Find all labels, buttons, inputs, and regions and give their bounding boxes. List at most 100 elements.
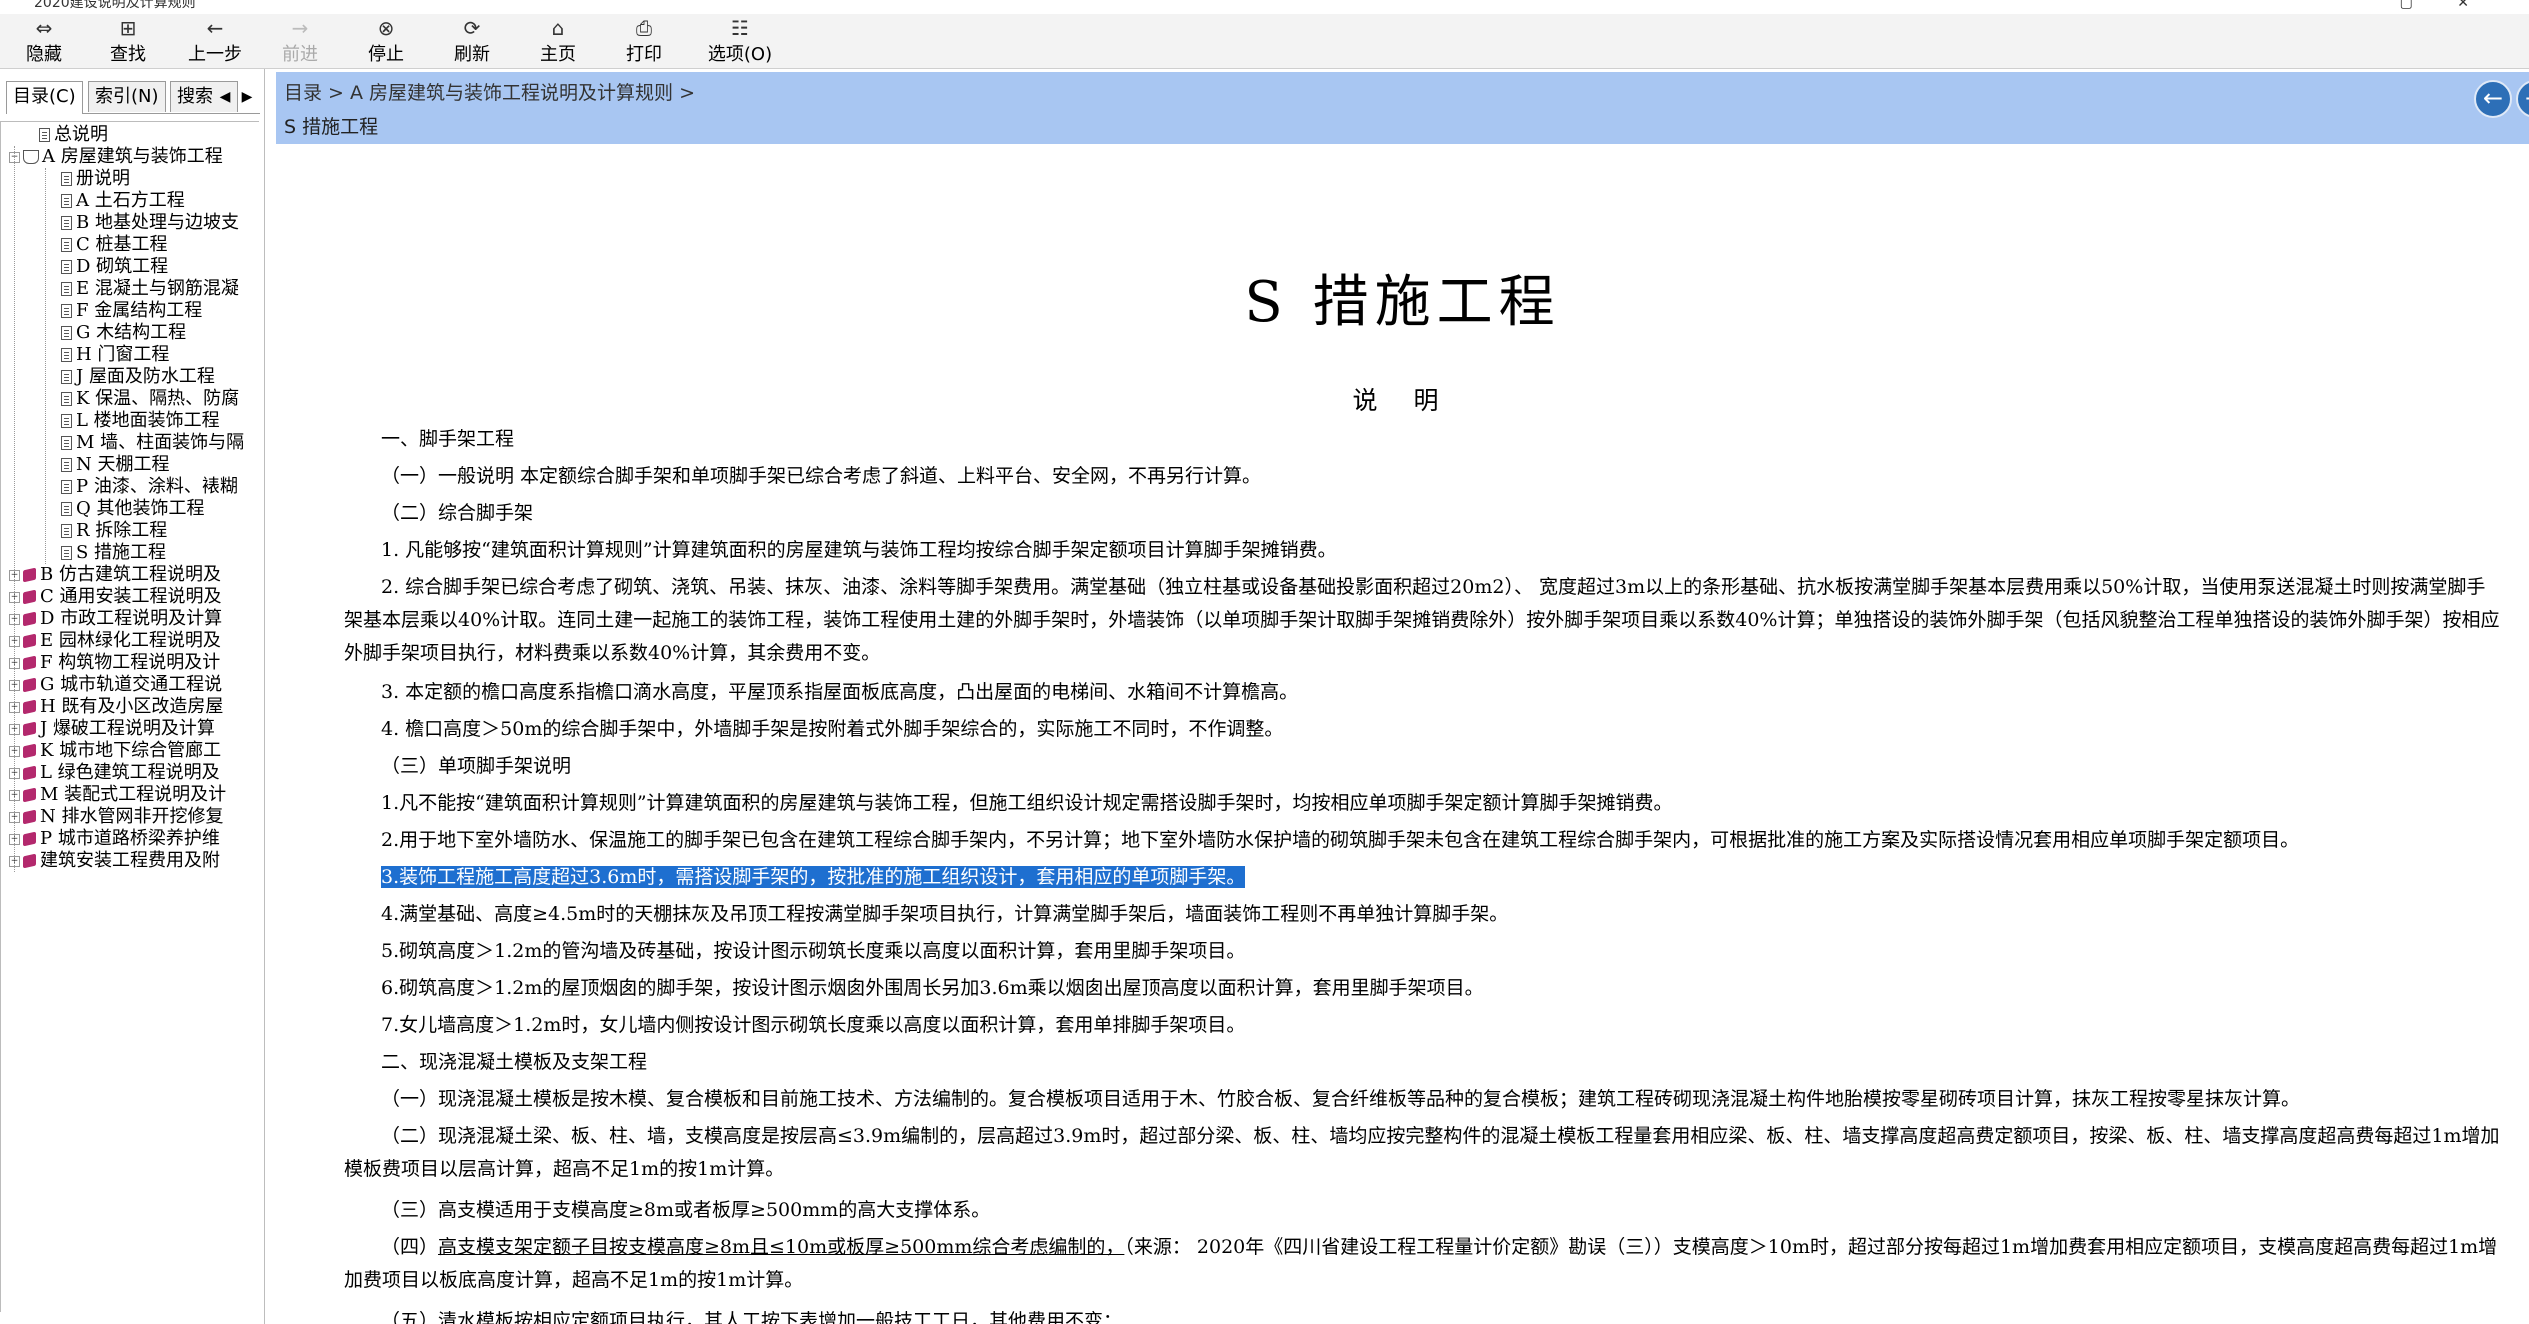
tree-item[interactable]: 册说明 (61, 168, 130, 190)
page-icon (61, 436, 72, 450)
tree-item[interactable]: + F 构筑物工程说明及计 (9, 652, 220, 674)
tree-item[interactable]: N 天棚工程 (61, 454, 169, 476)
paragraph: 4. 檐口高度＞50m的综合脚手架中，外墙脚手架是按附着式外脚手架综合的，实际施… (381, 718, 1284, 740)
page-icon (61, 392, 72, 406)
print-button[interactable]: ⎙ 打印 (604, 16, 684, 66)
tree-item-label: H 门窗工程 (76, 344, 170, 365)
paragraph: 7.女儿墙高度＞1.2m时，女儿墙内侧按设计图示砌筑长度乘以高度以面积计算，套用… (381, 1014, 1246, 1036)
options-button[interactable]: ☷ 选项(O) (690, 16, 790, 66)
tree-item-label: F 构筑物工程说明及计 (40, 652, 221, 673)
tree-item[interactable]: + L 绿色建筑工程说明及 (9, 762, 220, 784)
tree-item[interactable]: + 建筑安装工程费用及附 (9, 850, 220, 872)
paragraph: 2.用于地下室外墙防水、保温施工的脚手架已包含在建筑工程综合脚手架内，不另计算；… (381, 829, 2300, 851)
tree-item[interactable]: K 保温、隔热、防腐 (61, 388, 239, 410)
page-icon (61, 238, 72, 252)
hide-button[interactable]: ⇔ 隐藏 (4, 16, 84, 66)
tree-item[interactable]: J 屋面及防水工程 (61, 366, 215, 388)
tree-item-label: K 保温、隔热、防腐 (76, 388, 240, 409)
tree-item[interactable]: A 土石方工程 (61, 190, 185, 212)
tree-item-label: 总说明 (54, 124, 108, 145)
home-button[interactable]: ⌂ 主页 (518, 16, 598, 66)
tree-item-label: Q 其他装饰工程 (76, 498, 205, 519)
tree-item[interactable]: + M 装配式工程说明及计 (9, 784, 226, 806)
tree-item[interactable]: M 墙、柱面装饰与隔 (61, 432, 244, 454)
text-selection[interactable]: 3.装饰工程施工高度超过3.6m时，需搭设脚手架的，按批准的施工组织设计，套用相… (381, 866, 1246, 888)
tree-item[interactable]: + H 既有及小区改造房屋 (9, 696, 223, 718)
tree-item[interactable]: + P 城市道路桥梁养护维 (9, 828, 220, 850)
page-icon (61, 502, 72, 516)
paragraph: （四）高支模支架定额子目按支模高度≥8m且≤10m或板厚≥500mm综合考虑编制… (344, 1231, 2502, 1297)
tree-item[interactable]: + E 园林绿化工程说明及 (9, 630, 221, 652)
toolbar: ⇔ 隐藏 ⊞ 查找 ← 上一步 → 前进 ⊗ 停止 ⟳ 刷新 ⌂ 主页 ⎙ 打印 (0, 14, 2529, 69)
book-icon (23, 809, 36, 825)
tab-contents[interactable]: 目录(C) (6, 81, 83, 114)
printer-icon: ⎙ (636, 16, 652, 40)
tree-item-label: H 既有及小区改造房屋 (40, 696, 224, 717)
page-forward-icon[interactable]: → (2516, 80, 2529, 118)
tree-item[interactable]: + N 排水管网非开挖修复 (9, 806, 223, 828)
tree-item[interactable]: R 拆除工程 (61, 520, 167, 542)
page-icon (61, 304, 72, 318)
page-icon (61, 216, 72, 230)
tree-item[interactable]: 总说明 (39, 124, 108, 146)
forward-button[interactable]: → 前进 (260, 16, 340, 66)
page-icon (61, 348, 72, 362)
hide-icon: ⇔ (35, 16, 53, 40)
page-subtitle: 说 明 (1352, 386, 1453, 415)
tab-index[interactable]: 索引(N) (88, 81, 166, 112)
page-icon (61, 524, 72, 538)
tree-item-label: A 房屋建筑与装饰工程 (42, 146, 223, 167)
page-title: S 措施工程 (1244, 270, 1561, 335)
tree-item[interactable]: + B 仿古建筑工程说明及 (9, 564, 221, 586)
tree-item[interactable]: P 油漆、涂料、裱糊 (61, 476, 238, 498)
tab-scroll-left-icon[interactable]: ◀ (218, 87, 232, 107)
tree-item-label: R 拆除工程 (76, 520, 168, 541)
tree-item[interactable]: F 金属结构工程 (61, 300, 202, 322)
tree-item[interactable]: C 桩基工程 (61, 234, 168, 256)
tree-item[interactable]: H 门窗工程 (61, 344, 169, 366)
tab-scroll-right-icon[interactable]: ▶ (240, 87, 254, 107)
tree-item[interactable]: Q 其他装饰工程 (61, 498, 204, 520)
tree-item[interactable]: B 地基处理与边坡支 (61, 212, 239, 234)
tree-item[interactable]: L 楼地面装饰工程 (61, 410, 220, 432)
tree-item[interactable]: + G 城市轨道交通工程说 (9, 674, 222, 696)
tree-item[interactable]: D 砌筑工程 (61, 256, 168, 278)
breadcrumb[interactable]: 目录 > A 房屋建筑与装饰工程说明及计算规则 > (284, 78, 695, 105)
tree-item[interactable]: − A 房屋建筑与装饰工程 (9, 146, 223, 168)
tree-item[interactable]: G 木结构工程 (61, 322, 186, 344)
page-back-icon[interactable]: ← (2474, 80, 2512, 118)
underlined-text: 高支模支架定额子目按支模高度≥8m且≤10m或板厚≥500mm综合考虑编制的， (438, 1236, 1125, 1258)
contents-tree: 总说明 − A 房屋建筑与装饰工程 册说明 A 土石方工程 B 地基处理与边坡支 C 桩基工… (0, 121, 259, 1312)
tree-item-label: P 油漆、涂料、裱糊 (76, 476, 238, 497)
tree-item-label: B 仿古建筑工程说明及 (40, 564, 221, 585)
book-icon (23, 743, 36, 759)
paragraph: 3. 本定额的檐口高度系指檐口滴水高度，平屋顶系指屋面板底高度，凸出屋面的电梯间… (381, 681, 1299, 703)
page-icon (39, 128, 50, 142)
tree-item-label: K 城市地下综合管廊工 (40, 740, 222, 761)
tree-item-label: N 排水管网非开挖修复 (40, 806, 224, 827)
refresh-button[interactable]: ⟳ 刷新 (432, 16, 512, 66)
book-icon (23, 567, 36, 583)
page-icon (61, 194, 72, 208)
window-controls[interactable]: ▢ ✕ (2400, 0, 2489, 10)
tree-item-label: C 通用安装工程说明及 (40, 586, 222, 607)
tree-item-label: L 楼地面装饰工程 (76, 410, 220, 431)
stop-icon: ⊗ (377, 16, 395, 40)
tree-item[interactable]: S 措施工程 (61, 542, 167, 564)
tree-item-label: L 绿色建筑工程说明及 (40, 762, 220, 783)
tree-item-label: J 屋面及防水工程 (76, 366, 215, 387)
book-icon (23, 765, 36, 781)
tree-item[interactable]: + J 爆破工程说明及计算 (9, 718, 215, 740)
tree-item-label: 建筑安装工程费用及附 (40, 850, 220, 871)
print-button-label: 打印 (626, 44, 662, 65)
tree-item[interactable]: + D 市政工程说明及计算 (9, 608, 222, 630)
tree-item[interactable]: + C 通用安装工程说明及 (9, 586, 222, 608)
tree-item[interactable]: E 混凝土与钢筋混凝 (61, 278, 239, 300)
forward-button-label: 前进 (282, 44, 318, 65)
page-icon (61, 326, 72, 340)
find-button[interactable]: ⊞ 查找 (88, 16, 168, 66)
paragraph: 1.凡不能按“建筑面积计算规则”计算建筑面积的房屋建筑与装饰工程，但施工组织设计… (381, 792, 1673, 814)
stop-button[interactable]: ⊗ 停止 (346, 16, 426, 66)
back-button[interactable]: ← 上一步 (175, 16, 255, 66)
tree-item[interactable]: + K 城市地下综合管廊工 (9, 740, 221, 762)
